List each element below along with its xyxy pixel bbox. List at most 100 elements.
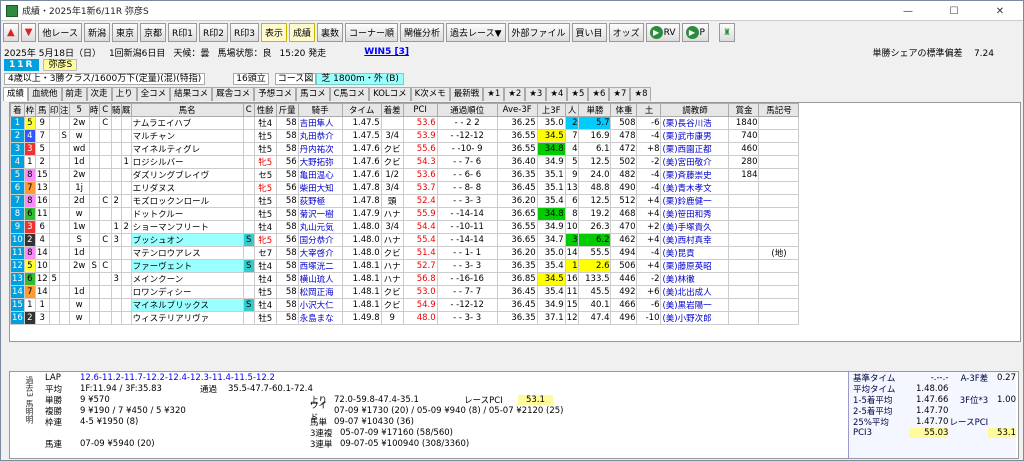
tab-14[interactable]: ★1 <box>483 87 505 101</box>
tab-19[interactable]: ★6 <box>588 87 610 101</box>
col-header[interactable]: C <box>98 103 112 117</box>
tab-4[interactable]: 上り <box>111 87 137 101</box>
win5-link[interactable]: WIN5 [3] <box>364 47 409 57</box>
col-header[interactable]: 調教師 <box>660 103 730 117</box>
table-row[interactable]: 16 2 3 w ウィステリアリヴァ 牡5 58 永島まな 1.49.8 9 48.0- - 3- … <box>10 311 800 325</box>
col-header[interactable]: 厩 <box>120 103 132 117</box>
table-row[interactable]: 7 8 16 2d C 2 モズロックンロール 牡5 58 荻野極 1.47.8 頭 52.4- - 3… <box>10 194 800 208</box>
col-header[interactable]: 性齢 <box>253 103 277 117</box>
tab-13[interactable]: 最新戦 <box>449 87 484 101</box>
close-button[interactable]: ✕ <box>977 1 1023 21</box>
tab-15[interactable]: ★2 <box>504 87 526 101</box>
col-header[interactable]: C <box>242 103 255 117</box>
table-row[interactable]: 3 3 5 wd マイネルティグレ 牡5 58 丹内祐次 1.47.6 クビ 55.6- -10- … <box>10 142 800 156</box>
col-header[interactable]: 体重 <box>610 103 638 117</box>
col-header[interactable]: 人 <box>564 103 580 117</box>
table-row[interactable]: 9 3 6 1w 1 2 ショーマンフリート 牡4 58 丸山元気 1.48.0 3/4 54.4- -… <box>10 220 800 234</box>
table-row[interactable]: 15 1 1 w マイネルブリックス S 牡4 58 小沢大仁 1.48.1 クビ 54.9- -12… <box>10 298 800 312</box>
tab-17[interactable]: ★4 <box>546 87 568 101</box>
prev-race-button[interactable]: ▲ <box>3 23 19 42</box>
col-header[interactable]: 馬 <box>34 103 50 117</box>
tokyo-button[interactable]: 東京 <box>111 23 138 42</box>
col-header[interactable]: 上3F <box>536 103 566 117</box>
col-header[interactable]: 騎 <box>110 103 122 117</box>
tab-18[interactable]: ★5 <box>567 87 589 101</box>
table-cell: 58 <box>275 298 299 312</box>
tab-11[interactable]: KOLコメ <box>369 87 411 101</box>
past-race-button[interactable]: 過去レース▼ <box>446 23 506 42</box>
tab-9[interactable]: 馬コメ <box>296 87 330 101</box>
table-cell <box>48 168 60 182</box>
p-button[interactable]: ▶ P <box>681 23 709 42</box>
tab-20[interactable]: ★7 <box>609 87 631 101</box>
minimize-button[interactable]: — <box>885 1 931 21</box>
tab-3[interactable]: 次走 <box>86 87 112 101</box>
table-row[interactable]: 4 1 2 1d 1 ロジシルバー 牝5 56 大野拓弥 1.47.6 クビ 54.3- - 7- 6… <box>10 155 800 169</box>
tab-12[interactable]: K次メモ <box>410 87 450 101</box>
ura-button[interactable]: 裏数 <box>317 23 344 42</box>
col-header[interactable]: 単勝 <box>578 103 612 117</box>
rmark3-button[interactable]: R印3 <box>229 23 259 42</box>
col-header[interactable]: 時 <box>88 103 100 117</box>
table-cell: 1.48.0 <box>341 220 382 234</box>
tab-21[interactable]: ★8 <box>630 87 652 101</box>
next-race-button[interactable]: ▼ <box>20 23 37 42</box>
col-header[interactable]: 斤量 <box>275 103 299 117</box>
results-button[interactable]: 成績 <box>288 23 315 42</box>
table-cell <box>88 129 100 143</box>
table-row[interactable]: 13 6 12 5 3 メインクーン 牡4 58 横山琉人 1.48.1 ハナ 56.8- -16-1… <box>10 272 800 286</box>
col-header[interactable]: タイム <box>341 103 382 117</box>
rv-button[interactable]: ▶ RV <box>645 23 680 42</box>
table-cell <box>68 272 90 286</box>
odds-button[interactable]: オッズ <box>608 23 644 42</box>
col-header[interactable]: 枠 <box>23 103 36 117</box>
tab-8[interactable]: 予想コメ <box>254 87 297 101</box>
memo-button[interactable]: ♜ <box>718 23 736 42</box>
table-row[interactable]: 11 8 14 1d マテンロウアレス セ7 58 大宰啓介 1.48.0 クビ 51.4- - 1… <box>10 246 800 260</box>
table-row[interactable]: 10 2 4 S C 3 ブッシュオン S 牝5 56 国分恭介 1.48.0 ハナ 55.4- -14-… <box>10 233 800 247</box>
col-header[interactable]: 着差 <box>380 103 404 117</box>
col-header[interactable]: 賞金 <box>728 103 760 117</box>
tab-2[interactable]: 前走 <box>61 87 87 101</box>
tab-7[interactable]: 厩舎コメ <box>212 87 255 101</box>
table-row[interactable]: 2 4 7 Sw マルチャン 牡5 58 丸田恭介 1.47.5 3/4 53.9- -12-12 3… <box>10 129 800 143</box>
table-row[interactable]: 1 5 9 2w C ナムラエイハブ 牡4 58 吉田隼人 1.47.5 53.6- - 2 2 36… <box>10 116 800 130</box>
table-row[interactable]: 8 6 11 w ドットクルー 牡5 58 菊沢一樹 1.47.9 ハナ 55.9- -14-14 3… <box>10 207 800 221</box>
col-header[interactable]: 5 <box>68 103 90 117</box>
tab-6[interactable]: 結果コメ <box>170 87 213 101</box>
niigata-button[interactable]: 新潟 <box>83 23 110 42</box>
other-race-button[interactable]: 他レース <box>38 23 82 42</box>
tab-1[interactable]: 血統他 <box>28 87 62 101</box>
analysis-button[interactable]: 閘催分析 <box>400 23 445 42</box>
col-header[interactable]: 印 <box>48 103 60 117</box>
display-button[interactable]: 表示 <box>260 23 287 42</box>
table-cell: 36.20 <box>496 194 538 208</box>
tab-0[interactable]: 成績 <box>3 87 29 101</box>
table-cell: 740 <box>728 129 760 143</box>
maximize-button[interactable]: ☐ <box>931 1 977 21</box>
col-header[interactable]: Ave-3F <box>496 103 538 117</box>
tab-5[interactable]: 全コメ <box>136 87 171 101</box>
col-header[interactable]: 着 <box>10 103 25 117</box>
col-header[interactable]: 通過順位 <box>436 103 498 117</box>
external-file-button[interactable]: 外部ファイル <box>507 23 570 42</box>
corner-button[interactable]: コーナー順 <box>345 23 399 42</box>
table-row[interactable]: 12 5 10 2w S C ファーヴェント S 牡4 58 西塚洸二 1.48.1 ハナ 52.7- -… <box>10 259 800 273</box>
tab-16[interactable]: ★3 <box>525 87 547 101</box>
course-map-button[interactable]: コース図 <box>274 73 317 85</box>
table-row[interactable]: 6 7 13 1j エリダヌス 牝5 56 柴田大知 1.47.8 3/4 53.7- - 8- 8… <box>10 181 800 195</box>
rmark1-button[interactable]: R印1 <box>168 23 197 42</box>
tab-10[interactable]: C馬コメ <box>329 87 370 101</box>
rmark2-button[interactable]: R印2 <box>199 23 228 42</box>
col-header[interactable]: 土 <box>636 103 662 117</box>
col-header[interactable]: 馬記号 <box>758 103 800 117</box>
buy-button[interactable]: 買い目 <box>571 23 607 42</box>
table-row[interactable]: 5 8 15 2w ダズリングブレイヴ セ5 58 亀田温心 1.47.6 1/2 53.6- - … <box>10 168 800 182</box>
col-header[interactable]: PCI <box>402 103 438 117</box>
col-header[interactable]: 騎手 <box>297 103 343 117</box>
col-header[interactable]: 注 <box>58 103 70 117</box>
kyoto-button[interactable]: 京都 <box>140 23 167 42</box>
table-cell: 52.7 <box>402 259 438 273</box>
col-header[interactable]: 馬名 <box>130 103 244 117</box>
table-row[interactable]: 14 7 14 1d ロワンディシー 牡5 58 松岡正海 1.48.1 クビ 53.0- - 7-… <box>10 285 800 299</box>
